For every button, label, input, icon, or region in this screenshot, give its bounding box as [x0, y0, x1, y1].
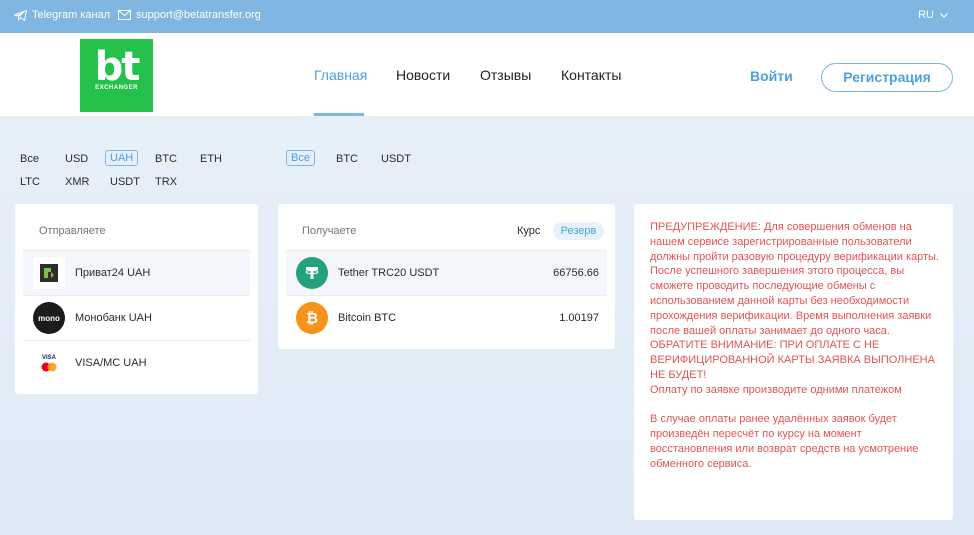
email-label: support@betatransfer.org [136, 9, 261, 21]
visa-icon-text: VISA [41, 354, 56, 361]
monobank-icon: mono [33, 302, 65, 334]
nav-reviews[interactable]: Отзывы [480, 67, 531, 83]
filter-send-usd[interactable]: USD [65, 153, 88, 165]
register-button[interactable]: Регистрация [821, 63, 953, 92]
send-item-monobank[interactable]: mono Монобанк UAH [23, 295, 250, 340]
filter-send-eth[interactable]: ETH [200, 153, 222, 165]
svg-text:₿: ₿ [306, 309, 318, 327]
tether-icon [296, 257, 328, 289]
send-item-label: Монобанк UAH [75, 312, 152, 324]
send-item-label: VISA/MC UAH [75, 357, 147, 369]
nav-home[interactable]: Главная [314, 67, 367, 83]
filter-send-ltc[interactable]: LTC [20, 176, 40, 188]
logo-subtext: EXCHANGER [95, 85, 138, 91]
telegram-label: Telegram канал [32, 9, 111, 21]
send-card-title: Отправляете [39, 225, 106, 237]
warning-text: ПРЕДУПРЕЖДЕНИЕ: Для совершения обменов н… [650, 220, 940, 472]
visa-mastercard-icon: VISA [33, 347, 65, 379]
top-bar: Telegram канал support@betatransfer.org … [0, 0, 974, 33]
rate-column-label[interactable]: Курс [517, 225, 540, 237]
send-item-label: Приват24 UAH [75, 267, 151, 279]
receive-item-label: Tether TRC20 USDT [338, 267, 440, 279]
logo-text: bt [94, 44, 141, 90]
warning-paragraph-1: ПРЕДУПРЕЖДЕНИЕ: Для совершения обменов н… [650, 221, 939, 337]
warning-paragraph-2: ОБРАТИТЕ ВНИМАНИЕ: ПРИ ОПЛАТЕ С НЕ ВЕРИФ… [650, 339, 935, 381]
filter-send-xmr[interactable]: XMR [65, 176, 89, 188]
site-header: bt EXCHANGER Главная Новости Отзывы Конт… [0, 33, 974, 116]
filter-send-trx[interactable]: TRX [155, 176, 177, 188]
send-item-visa-mc[interactable]: VISA VISA/MC UAH [23, 340, 250, 385]
filter-receive-all[interactable]: Все [286, 150, 315, 166]
receive-item-label: Bitcoin BTC [338, 312, 397, 324]
nav-contacts[interactable]: Контакты [561, 67, 621, 83]
bitcoin-icon: ₿ [296, 302, 328, 334]
warning-paragraph-3: Оплату по заявке производите одними плат… [650, 383, 902, 396]
filter-receive-btc[interactable]: BTC [336, 153, 358, 165]
filter-send-uah[interactable]: UAH [105, 150, 139, 166]
reserve-column-button[interactable]: Резерв [553, 222, 604, 240]
send-card: Отправляете Приват24 UAH mono Монобанк U… [15, 204, 258, 394]
filter-send-usdt[interactable]: USDT [110, 176, 140, 188]
filter-receive-usdt[interactable]: USDT [381, 153, 411, 165]
monobank-icon-text: mono [38, 313, 60, 323]
receive-item-rate: 1.00197 [559, 312, 599, 324]
filter-send-btc[interactable]: BTC [155, 153, 177, 165]
telegram-icon [14, 9, 27, 21]
telegram-link[interactable]: Telegram канал [14, 9, 110, 21]
mail-icon [118, 10, 131, 20]
receive-item-rate: 66756.66 [553, 267, 599, 279]
chevron-down-icon [940, 12, 948, 18]
language-label: RU [918, 9, 934, 21]
privat24-icon [33, 257, 65, 289]
receive-item-tether[interactable]: Tether TRC20 USDT 66756.66 [286, 250, 607, 295]
filter-send-all[interactable]: Все [20, 153, 39, 165]
email-link[interactable]: support@betatransfer.org [118, 9, 261, 21]
nav-news[interactable]: Новости [396, 67, 450, 83]
warning-paragraph-4: В случае оплаты ранее удалённых заявок б… [650, 413, 919, 470]
login-link[interactable]: Войти [750, 68, 793, 84]
bt-exchanger-logo[interactable]: bt EXCHANGER [80, 39, 153, 112]
receive-item-bitcoin[interactable]: ₿ Bitcoin BTC 1.00197 [286, 295, 607, 340]
send-item-privat24[interactable]: Приват24 UAH [23, 250, 250, 295]
receive-card-title: Получаете [302, 225, 357, 237]
language-selector[interactable]: RU [918, 9, 948, 21]
